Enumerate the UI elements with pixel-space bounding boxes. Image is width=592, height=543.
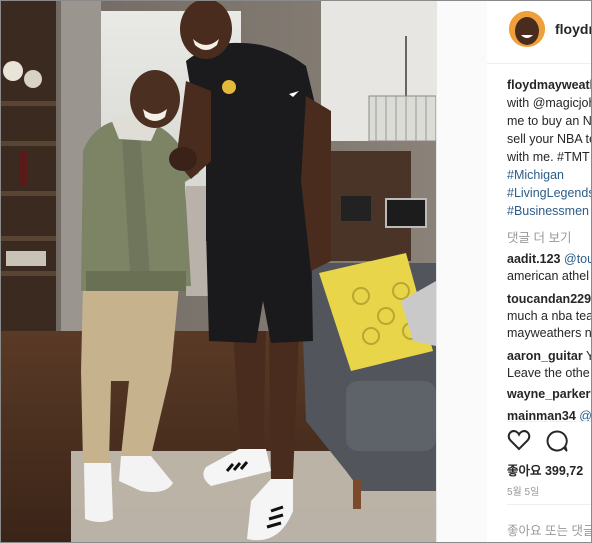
avatar[interactable] <box>509 11 545 47</box>
hashtag-link[interactable]: #Michigan <box>507 168 564 182</box>
heart-icon[interactable] <box>507 429 531 451</box>
comment-user[interactable]: aaron_guitar <box>507 349 583 363</box>
comment-row: aaron_guitar Y <box>507 349 591 363</box>
likes-count[interactable]: 좋아요 399,72 <box>507 460 583 479</box>
comment-continuation: american athel <box>507 269 589 283</box>
post-window: floydmayweather floydmayweather with @ma… <box>0 0 592 543</box>
comment-text[interactable]: @tou <box>564 252 591 266</box>
caption-line: sell your NBA team <box>507 132 591 146</box>
comment-continuation: much a nba tea <box>507 309 591 323</box>
post-header: floydmayweather <box>487 1 591 64</box>
comment-user[interactable]: aadit.123 <box>507 252 561 266</box>
comment-continuation: mayweathers n <box>507 326 591 340</box>
actions-divider <box>507 421 591 422</box>
caption-line: me to buy an NBA <box>507 114 591 128</box>
post-date: 5월 5일 <box>507 487 540 498</box>
comment-continuation: Leave the othe <box>507 366 590 380</box>
comment-user[interactable]: toucandan229 <box>507 292 591 306</box>
hashtag-link[interactable]: #LivingLegends <box>507 186 591 200</box>
comment-box-divider <box>507 504 591 505</box>
comment-row: aadit.123 @tou <box>507 252 591 266</box>
photo-illustration <box>1 1 436 542</box>
photo-divider <box>436 1 487 542</box>
hashtag-link[interactable]: #Businessmen <box>507 204 589 218</box>
post-photo[interactable] <box>1 1 436 542</box>
comment-input[interactable]: 좋아요 또는 댓글 <box>507 520 591 539</box>
view-more-comments[interactable]: 댓글 더 보기 <box>507 227 571 246</box>
comment-text: Y <box>586 349 591 363</box>
caption-username[interactable]: floydmayweather <box>507 78 591 92</box>
header-username[interactable]: floydmayweather <box>555 21 591 37</box>
caption-line: with @magicjohnson <box>507 96 591 110</box>
post-side-panel: floydmayweather floydmayweather with @ma… <box>487 1 591 542</box>
caption-line: with me. #TMT <box>507 150 590 164</box>
comment-bubble-icon[interactable] <box>545 429 569 453</box>
comment-user[interactable]: wayne_parker9 <box>507 387 591 401</box>
